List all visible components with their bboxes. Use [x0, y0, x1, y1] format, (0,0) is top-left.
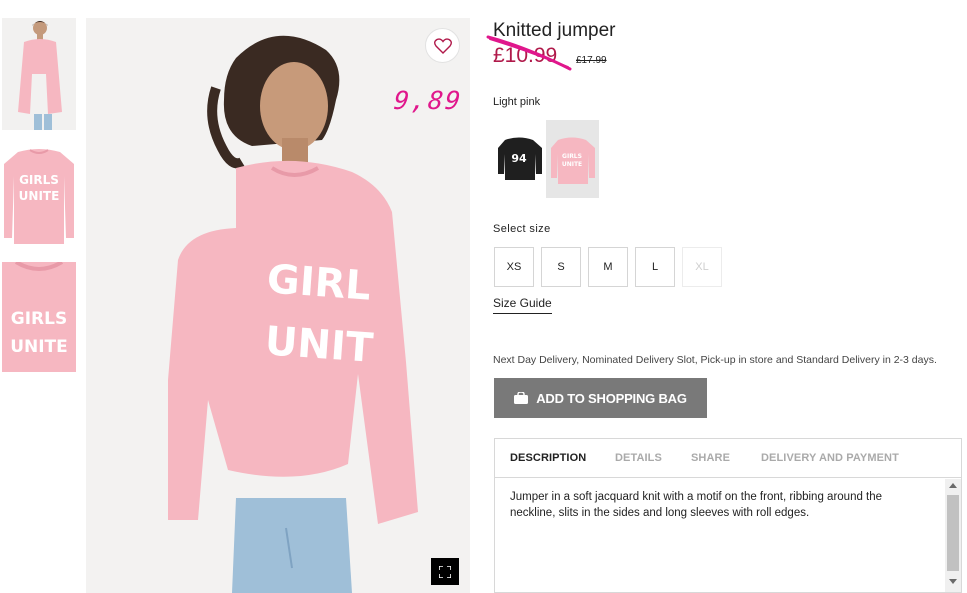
- svg-text:UNITE: UNITE: [10, 337, 68, 357]
- svg-text:GIRL: GIRL: [265, 256, 372, 309]
- expand-icon: [439, 565, 451, 578]
- heart-icon: [433, 37, 452, 54]
- favorite-button[interactable]: [425, 28, 460, 63]
- svg-text:UNITE: UNITE: [19, 189, 60, 203]
- swatch-light-pink[interactable]: GIRLS UNITE: [546, 120, 599, 198]
- color-name: Light pink: [493, 96, 541, 108]
- svg-text:UNIT: UNIT: [263, 318, 375, 371]
- tab-delivery-and-payment[interactable]: DELIVERY AND PAYMENT: [761, 452, 899, 464]
- tab-description[interactable]: DESCRIPTION: [510, 452, 586, 464]
- size-s-button[interactable]: S: [541, 247, 581, 287]
- add-to-bag-button[interactable]: ADD TO SHOPPING BAG: [494, 378, 707, 418]
- product-info-tabs: DESCRIPTION DETAILS SHARE DELIVERY AND P…: [494, 438, 962, 593]
- svg-text:GIRLS: GIRLS: [11, 309, 67, 329]
- size-m-button[interactable]: M: [588, 247, 628, 287]
- scroll-up-icon[interactable]: [949, 483, 957, 488]
- svg-text:GIRLS: GIRLS: [19, 173, 59, 187]
- description-scrollbar[interactable]: [945, 479, 961, 592]
- thumbnail-model[interactable]: [2, 18, 76, 130]
- select-size-label: Select size: [493, 223, 551, 235]
- description-text: Jumper in a soft jacquard knit with a mo…: [510, 491, 883, 519]
- sale-price: £10.99: [493, 44, 558, 67]
- scroll-down-icon[interactable]: [949, 579, 957, 584]
- tab-details[interactable]: DETAILS: [615, 452, 662, 464]
- product-title: Knitted jumper: [493, 20, 616, 41]
- svg-text:UNITE: UNITE: [562, 161, 582, 168]
- thumbnail-detail[interactable]: GIRLS UNITE: [2, 262, 76, 372]
- size-guide-link[interactable]: Size Guide: [493, 296, 552, 314]
- swatch-black[interactable]: 94: [493, 120, 546, 198]
- tabs-bar: DESCRIPTION DETAILS SHARE DELIVERY AND P…: [495, 439, 961, 478]
- handwritten-price-annotation: 9,89: [392, 86, 464, 115]
- tab-share[interactable]: SHARE: [691, 452, 730, 464]
- size-l-button[interactable]: L: [635, 247, 675, 287]
- size-xl-button: XL: [682, 247, 722, 287]
- swatch-black-print: 94: [511, 152, 527, 165]
- bag-icon: [514, 392, 529, 404]
- scroll-thumb[interactable]: [947, 495, 959, 571]
- size-xs-button[interactable]: XS: [494, 247, 534, 287]
- original-price: £17.99: [576, 55, 607, 66]
- delivery-info: Next Day Delivery, Nominated Delivery Sl…: [493, 354, 937, 366]
- thumbnail-front[interactable]: GIRLS UNITE: [2, 146, 76, 246]
- svg-text:GIRLS: GIRLS: [562, 153, 582, 160]
- add-to-bag-label: ADD TO SHOPPING BAG: [536, 390, 687, 406]
- fullscreen-button[interactable]: [431, 558, 459, 585]
